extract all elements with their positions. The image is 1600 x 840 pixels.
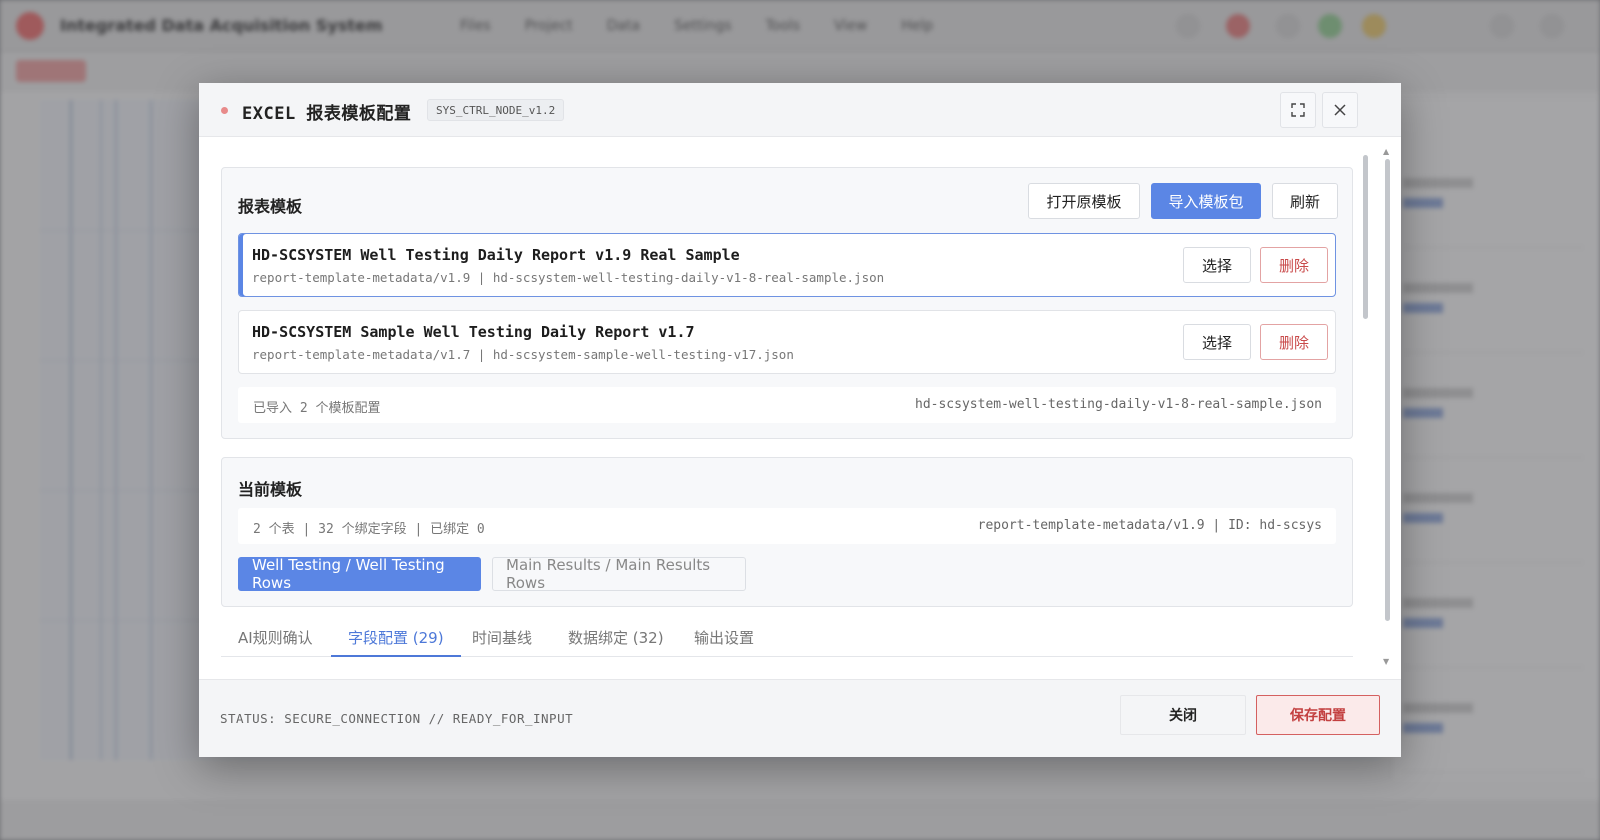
template-list-item[interactable]: HD-SCSYSTEM Sample Well Testing Daily Re… [238,310,1336,374]
template-meta: report-template-metadata/v1.7 | hd-scsys… [252,347,794,362]
tab-data-binding[interactable]: 数据绑定 (32) [551,621,681,657]
template-name: HD-SCSYSTEM Sample Well Testing Daily Re… [252,323,695,341]
save-config-button[interactable]: 保存配置 [1256,695,1380,735]
template-list-item[interactable]: HD-SCSYSTEM Well Testing Daily Report v1… [238,233,1336,297]
config-tabs: AI规则确认 字段配置 (29) 时间基线 数据绑定 (32) 输出设置 [221,621,1353,657]
dialog-body[interactable]: 报表模板 打开原模板 导入模板包 刷新 HD-SCSYSTEM Well Tes… [199,137,1401,679]
delete-template-button[interactable]: 删除 [1260,247,1328,283]
current-template-panel: 当前模板 2 个表 | 32 个绑定字段 | 已绑定 0 report-temp… [221,457,1353,607]
delete-template-button[interactable]: 删除 [1260,324,1328,360]
close-icon [1334,104,1346,116]
tab-field-config[interactable]: 字段配置 (29) [331,621,461,657]
scroll-down-icon[interactable]: ▼ [1383,657,1389,666]
report-templates-panel: 报表模板 打开原模板 导入模板包 刷新 HD-SCSYSTEM Well Tes… [221,167,1353,439]
template-config-dialog: EXCEL 报表模板配置 SYS_CTRL_NODE_v1.2 报表模板 打开原… [199,83,1401,757]
scroll-thumb[interactable] [1385,159,1390,621]
tab-time-baseline[interactable]: 时间基线 [455,621,549,657]
sheet-tab-main-results[interactable]: Main Results / Main Results Rows [492,556,746,592]
expand-icon [1291,103,1305,117]
import-template-package-button[interactable]: 导入模板包 [1151,183,1261,219]
templates-summary-row: 已导入 2 个模板配置 hd-scsystem-well-testing-dai… [238,387,1336,423]
template-name: HD-SCSYSTEM Well Testing Daily Report v1… [252,246,740,264]
dialog-header: EXCEL 报表模板配置 SYS_CTRL_NODE_v1.2 [199,83,1401,137]
dialog-scrollbar[interactable]: ▲ ▼ [1383,147,1391,671]
tab-output-settings[interactable]: 输出设置 [677,621,771,657]
maximize-button[interactable] [1280,92,1316,128]
close-dialog-button[interactable] [1322,92,1358,128]
tab-ai-rules[interactable]: AI规则确认 [221,621,330,657]
select-template-button[interactable]: 选择 [1183,324,1251,360]
current-template-summary-row: 2 个表 | 32 个绑定字段 | 已绑定 0 report-template-… [238,508,1336,544]
version-badge: SYS_CTRL_NODE_v1.2 [427,99,565,121]
template-stats-text: 2 个表 | 32 个绑定字段 | 已绑定 0 [253,522,485,537]
select-template-button[interactable]: 选择 [1183,247,1251,283]
dialog-title: EXCEL 报表模板配置 [242,104,412,124]
connection-status-text: STATUS: SECURE_CONNECTION // READY_FOR_I… [220,711,574,726]
open-original-template-button[interactable]: 打开原模板 [1028,183,1140,219]
status-dot-icon [221,107,228,114]
report-templates-title: 报表模板 [238,197,303,216]
panel-scrollbar[interactable] [1363,155,1368,319]
current-template-title: 当前模板 [238,480,303,499]
refresh-button[interactable]: 刷新 [1272,183,1338,219]
dialog-footer: STATUS: SECURE_CONNECTION // READY_FOR_I… [199,679,1401,757]
imported-count-text: 已导入 2 个模板配置 [253,401,381,416]
scroll-up-icon[interactable]: ▲ [1383,147,1389,156]
sheet-tab-well-testing[interactable]: Well Testing / Well Testing Rows [238,556,481,592]
template-id-text: report-template-metadata/v1.9 | ID: hd-s… [977,518,1322,533]
template-meta: report-template-metadata/v1.9 | hd-scsys… [252,270,885,285]
current-template-file: hd-scsystem-well-testing-daily-v1-8-real… [915,397,1322,412]
close-button[interactable]: 关闭 [1120,695,1246,735]
